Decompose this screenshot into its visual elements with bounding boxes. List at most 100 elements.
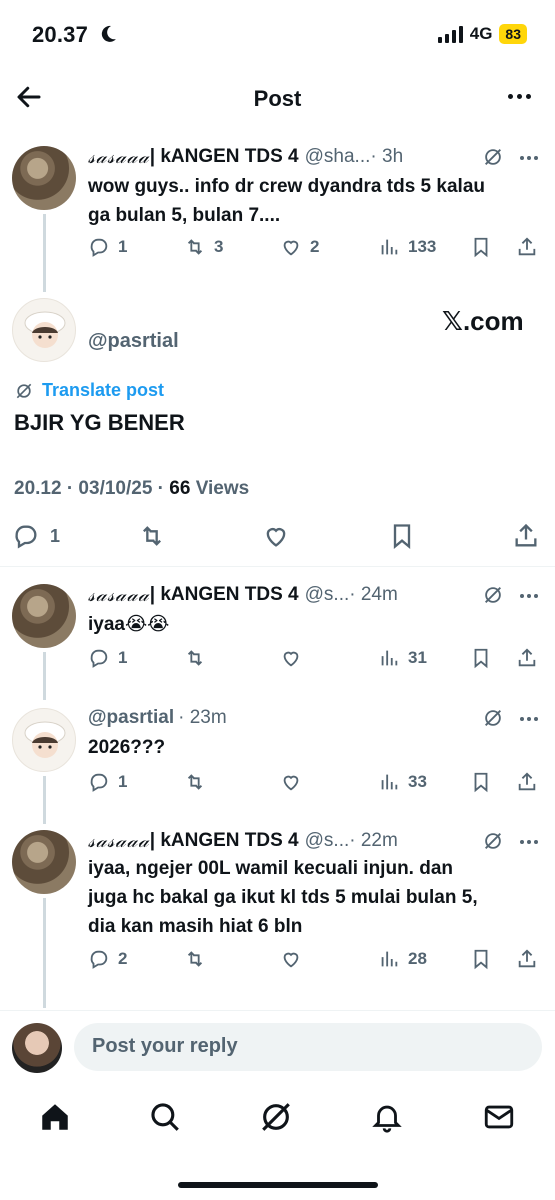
main-post-handle[interactable]: @pasrtial xyxy=(88,330,179,353)
retweet-button[interactable]: 3 xyxy=(184,236,223,258)
header: Post xyxy=(0,70,555,126)
tweet-header: 𝓈𝒶𝓈𝒶𝒶𝒶 | kANGEN TDS 4 @s... · 22m xyxy=(88,830,398,852)
views-button[interactable]: 28 xyxy=(378,948,427,970)
like-icon[interactable] xyxy=(280,948,302,970)
battery-icon: 83 xyxy=(499,24,527,44)
tweet-more-icon[interactable] xyxy=(520,594,538,598)
signal-icon xyxy=(437,25,463,43)
handle[interactable]: @sha... xyxy=(305,146,371,168)
bottom-nav xyxy=(0,1090,555,1150)
translate-post-link[interactable]: Translate post xyxy=(14,380,164,401)
reply-button[interactable]: 1 xyxy=(12,522,60,550)
like-icon[interactable] xyxy=(280,647,302,669)
avatar[interactable] xyxy=(12,1023,62,1073)
grok-icon xyxy=(16,383,32,398)
reply-icon xyxy=(90,649,108,668)
display-name-fancy[interactable]: 𝓈𝒶𝓈𝒶𝒶𝒶 xyxy=(88,146,150,168)
bookmark-icon[interactable] xyxy=(470,647,492,669)
share-icon[interactable] xyxy=(516,236,538,258)
bookmark-icon[interactable] xyxy=(388,522,416,550)
tweet-actions: 1 3 2 133 xyxy=(88,236,548,262)
views-icon xyxy=(381,650,398,666)
views-button[interactable]: 133 xyxy=(378,236,436,258)
handle[interactable]: @s... xyxy=(305,584,350,606)
home-icon[interactable] xyxy=(38,1100,72,1134)
tweet-actions: 2 28 xyxy=(88,948,548,974)
thread-line xyxy=(43,652,46,700)
display-name[interactable]: | kANGEN TDS 4 xyxy=(150,146,299,168)
status-bar: 20.37 4G 83 xyxy=(0,0,555,70)
status-indicators: 4G 83 xyxy=(437,24,527,44)
retweet-icon[interactable] xyxy=(184,948,206,970)
mail-icon[interactable] xyxy=(482,1100,516,1134)
status-time: 20.37 xyxy=(32,22,89,47)
reply-button[interactable]: 1 xyxy=(88,771,127,793)
avatar[interactable] xyxy=(12,584,76,648)
tweet-actions: 1 33 xyxy=(88,771,548,797)
avatar[interactable] xyxy=(12,146,76,210)
tweet-actions: 1 31 xyxy=(88,647,548,673)
views-button[interactable]: 33 xyxy=(378,771,427,793)
views-icon xyxy=(381,951,398,967)
main-post-text: BJIR YG BENER xyxy=(14,410,185,435)
watermark: 𝕏.com xyxy=(442,306,524,336)
retweet-icon[interactable] xyxy=(184,647,206,669)
avatar-illustration xyxy=(24,311,66,348)
display-name[interactable]: | kANGEN TDS 4 xyxy=(150,584,299,606)
handle[interactable]: @s... xyxy=(305,830,350,852)
search-icon[interactable] xyxy=(148,1100,182,1134)
like-icon[interactable] xyxy=(262,522,290,550)
reply-button[interactable]: 1 xyxy=(88,647,127,669)
tweet-text: iyaa😭😭 xyxy=(88,614,170,635)
views-button[interactable]: 31 xyxy=(378,647,427,669)
main-post-actions: 1 xyxy=(0,522,555,554)
tweet-text: 2026??? xyxy=(88,737,166,758)
reply-button[interactable]: 1 xyxy=(88,236,127,258)
display-name[interactable]: | kANGEN TDS 4 xyxy=(150,830,299,852)
grok-nav-icon[interactable] xyxy=(259,1100,293,1134)
timestamp: · 22m xyxy=(349,830,398,851)
reply-icon xyxy=(90,238,108,257)
tweet-more-icon[interactable] xyxy=(520,717,538,721)
avatar[interactable] xyxy=(12,708,76,772)
views-icon xyxy=(381,774,398,790)
thread-line xyxy=(43,214,46,292)
grok-icon[interactable] xyxy=(482,707,504,729)
avatar[interactable] xyxy=(12,298,76,362)
grok-icon[interactable] xyxy=(482,584,504,606)
tweet-more-icon[interactable] xyxy=(520,156,538,160)
retweet-icon[interactable] xyxy=(138,522,166,550)
bookmark-icon[interactable] xyxy=(470,236,492,258)
bookmark-icon[interactable] xyxy=(470,771,492,793)
timestamp: · 23m xyxy=(178,707,227,728)
moon-icon xyxy=(101,25,116,42)
avatar-illustration xyxy=(24,721,66,758)
tweet-header: @pasrtial · 23m xyxy=(88,707,227,729)
divider xyxy=(0,566,555,567)
grok-icon[interactable] xyxy=(482,830,504,852)
retweet-icon xyxy=(187,239,203,255)
like-button[interactable]: 2 xyxy=(280,236,319,258)
bookmark-icon[interactable] xyxy=(470,948,492,970)
reply-input[interactable]: Post your reply xyxy=(74,1023,542,1071)
like-icon[interactable] xyxy=(280,771,302,793)
reply-icon xyxy=(15,525,37,549)
handle[interactable]: @pasrtial xyxy=(88,707,174,729)
more-icon[interactable] xyxy=(508,94,531,99)
share-icon[interactable] xyxy=(516,948,538,970)
tweet-more-icon[interactable] xyxy=(520,840,538,844)
retweet-icon[interactable] xyxy=(184,771,206,793)
share-icon[interactable] xyxy=(516,647,538,669)
share-icon[interactable] xyxy=(512,522,540,550)
reply-button[interactable]: 2 xyxy=(88,948,127,970)
display-name-fancy[interactable]: 𝓈𝒶𝓈𝒶𝒶𝒶 xyxy=(88,584,150,606)
home-indicator xyxy=(178,1182,378,1188)
share-icon[interactable] xyxy=(516,771,538,793)
display-name-fancy[interactable]: 𝓈𝒶𝓈𝒶𝒶𝒶 xyxy=(88,830,150,852)
views-icon xyxy=(381,239,398,255)
reply-bar: Post your reply xyxy=(0,1010,555,1084)
bell-icon[interactable] xyxy=(370,1100,404,1134)
grok-icon[interactable] xyxy=(482,146,504,168)
tweet-header: 𝓈𝒶𝓈𝒶𝒶𝒶 | kANGEN TDS 4 @sha... · 3h xyxy=(88,146,403,168)
avatar[interactable] xyxy=(12,830,76,894)
